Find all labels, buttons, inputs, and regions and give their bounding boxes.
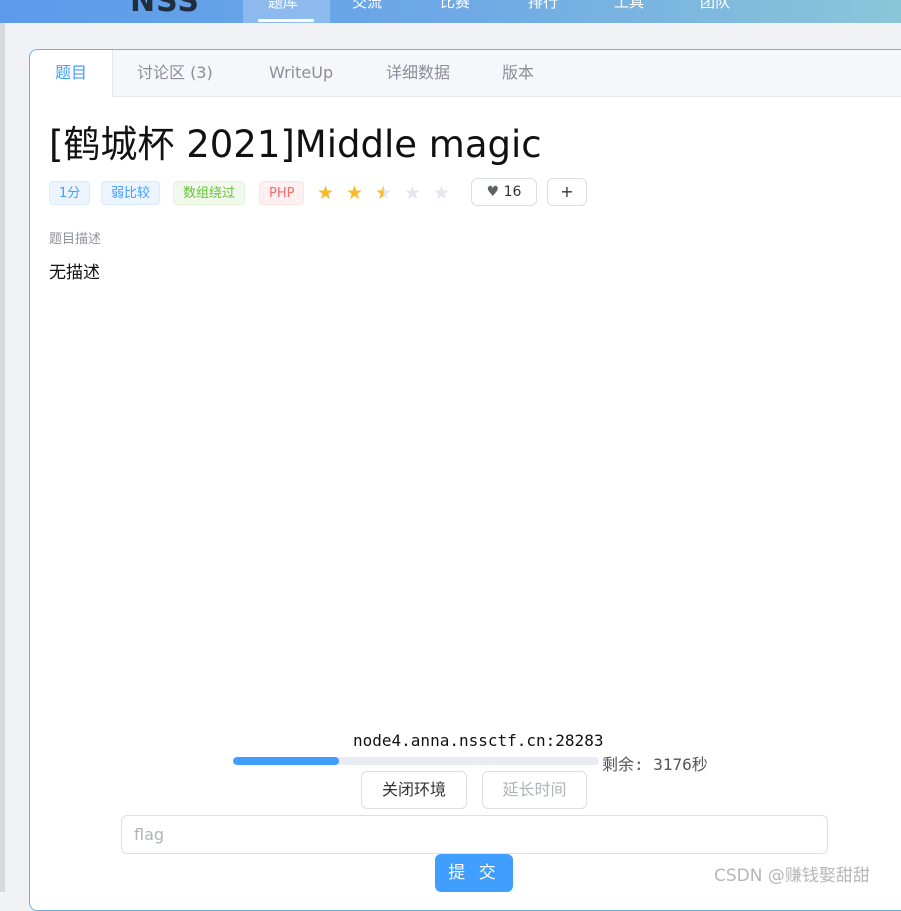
star-icon[interactable]: ★ <box>346 182 363 204</box>
star-icon[interactable]: ★ <box>317 182 334 204</box>
environment-time-progress <box>233 757 599 765</box>
description-label: 题目描述 <box>49 232 102 247</box>
submit-button[interactable]: 提 交 <box>435 854 513 892</box>
remaining-time: 剩余: 3176秒 <box>602 755 708 774</box>
close-environment-button[interactable]: 关闭环境 <box>361 771 467 809</box>
nav-item-team[interactable]: 团队 <box>700 0 730 12</box>
tag-array-bypass[interactable]: 数组绕过 <box>173 181 246 205</box>
like-count: 16 <box>503 184 522 200</box>
tab-problem[interactable]: 题目 <box>30 50 113 97</box>
tag-score: 1分 <box>49 181 91 205</box>
problem-title: [鹤城杯 2021]Middle magic <box>49 123 542 166</box>
add-button[interactable]: + <box>547 178 587 206</box>
star-empty-icon[interactable]: ★ <box>404 182 421 204</box>
problem-tabs: 题目 讨论区 (3) WriteUp 详细数据 版本 <box>30 50 901 97</box>
flag-input[interactable] <box>121 815 828 854</box>
nav-item-discuss[interactable]: 交流 <box>352 0 382 12</box>
nav-item-tools[interactable]: 工具 <box>614 0 644 12</box>
tag-php[interactable]: PHP <box>259 181 305 205</box>
star-empty-icon[interactable]: ★ <box>433 182 450 204</box>
site-logo[interactable]: NSS <box>130 0 200 19</box>
like-button[interactable]: ♥ 16 <box>471 178 537 206</box>
csdn-watermark: CSDN @赚钱娶甜甜 <box>714 866 870 886</box>
tab-writeup[interactable]: WriteUp <box>269 50 333 96</box>
nav-item-problems[interactable]: 题库 <box>268 0 298 12</box>
tag-weak-compare[interactable]: 弱比较 <box>101 181 161 205</box>
tab-statistics[interactable]: 详细数据 <box>386 50 450 96</box>
problem-description: 无描述 <box>49 263 100 283</box>
problem-card: 题目 讨论区 (3) WriteUp 详细数据 版本 [鹤城杯 2021]Mid… <box>29 49 901 911</box>
nav-active-underline <box>258 19 314 22</box>
nav-item-rank[interactable]: 排行 <box>528 0 558 12</box>
star-half-icon[interactable]: ★ <box>375 182 392 204</box>
environment-host[interactable]: node4.anna.nssctf.cn:28283 <box>353 731 603 750</box>
nav-item-contest[interactable]: 比赛 <box>440 0 470 12</box>
tab-version[interactable]: 版本 <box>502 50 534 96</box>
left-edge-scrollbar <box>0 23 5 892</box>
progress-fill <box>233 757 340 765</box>
top-navbar: NSS 题库 交流 比赛 排行 工具 团队 <box>0 0 901 23</box>
heart-icon: ♥ <box>486 184 500 200</box>
extend-time-button[interactable]: 延长时间 <box>482 771 587 809</box>
tab-discussion[interactable]: 讨论区 (3) <box>137 50 213 96</box>
